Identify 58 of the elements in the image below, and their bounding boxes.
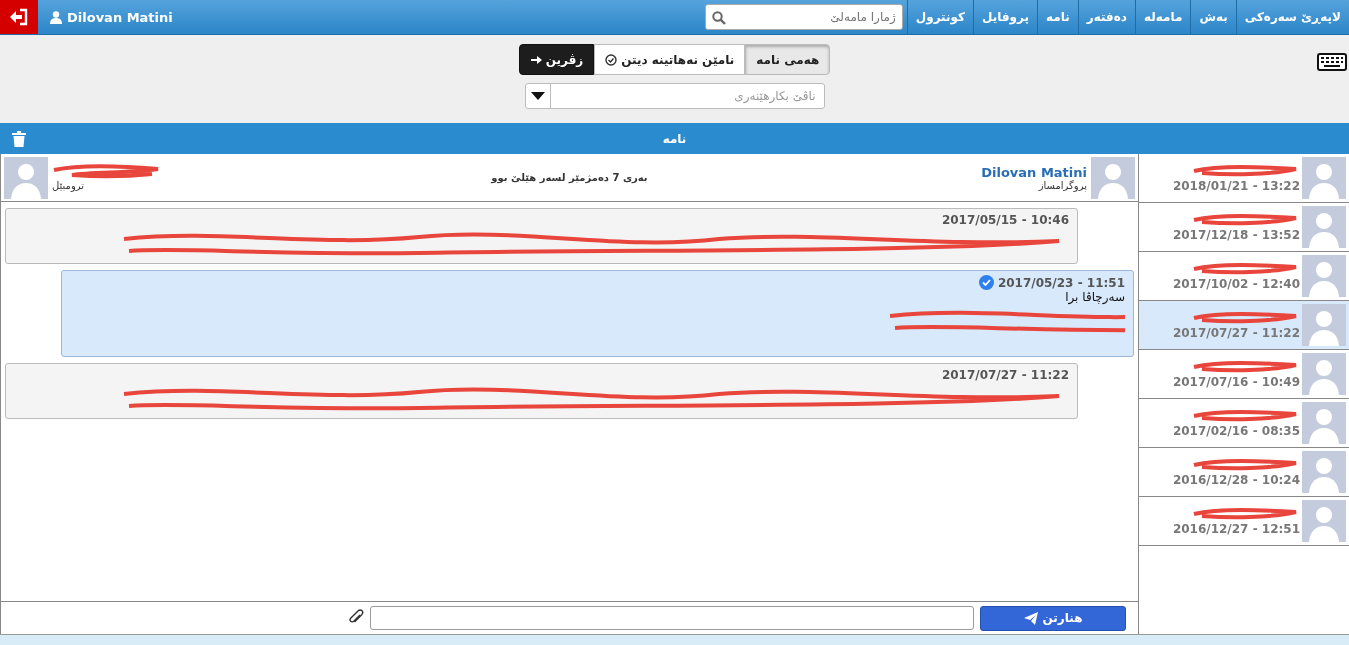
user-name[interactable]: Dilovan Matini bbox=[67, 9, 173, 25]
avatar-icon bbox=[1302, 451, 1346, 493]
contact-date: 2018/01/21 - 13:22 bbox=[1172, 179, 1300, 193]
nav-link[interactable]: مامەلە bbox=[1134, 0, 1191, 34]
contact-date: 2017/10/02 - 12:40 bbox=[1172, 277, 1300, 291]
nav-link[interactable]: نامە bbox=[1037, 0, 1078, 34]
user-select[interactable]: ناڤێ بکارهێنەری bbox=[524, 83, 825, 109]
nav-link[interactable]: کونترول bbox=[906, 0, 974, 34]
nav-link[interactable]: دەفتەر bbox=[1077, 0, 1135, 34]
paper-plane-icon bbox=[1023, 611, 1038, 625]
trash-icon[interactable] bbox=[12, 131, 26, 147]
logout-icon bbox=[9, 8, 29, 26]
message-date: 2017/05/15 - 10:46 bbox=[941, 213, 1069, 227]
filter-button[interactable]: هەمی نامە bbox=[745, 44, 831, 75]
message-text: سەرچاڤا برا bbox=[1065, 290, 1125, 304]
message-date: 2017/05/23 - 11:51 bbox=[997, 275, 1125, 290]
contact-date: 2016/12/28 - 10:24 bbox=[1172, 473, 1300, 487]
send-button[interactable]: هنارتن bbox=[980, 605, 1126, 631]
user-role: پروگرامساز bbox=[1038, 179, 1087, 191]
nav-link[interactable]: لاپەڕێ سەرەکی bbox=[1235, 0, 1349, 34]
contact-date: 2016/12/27 - 12:51 bbox=[1172, 522, 1300, 536]
contact-item[interactable]: 2017/02/16 - 08:35 bbox=[1139, 399, 1349, 448]
caret-icon bbox=[530, 92, 545, 100]
nav-link[interactable]: بەش bbox=[1190, 0, 1236, 34]
avatar-icon bbox=[1302, 157, 1346, 199]
contact-item[interactable]: 2016/12/27 - 12:51 bbox=[1139, 497, 1349, 546]
avatar-icon bbox=[1302, 353, 1346, 395]
contact-item[interactable]: 2016/12/28 - 10:24 bbox=[1139, 448, 1349, 497]
contact-item[interactable]: 2017/07/27 - 11:22 bbox=[1139, 301, 1349, 350]
search-field[interactable]: ژمارا مامەلێ bbox=[704, 4, 903, 30]
filter-button[interactable]: زڤرین bbox=[518, 44, 595, 75]
contact-item[interactable]: 2017/12/18 - 13:52 bbox=[1139, 203, 1349, 252]
contact-item[interactable]: 2018/01/21 - 13:22 bbox=[1139, 154, 1349, 203]
panel-title: نامە bbox=[662, 131, 687, 146]
nav-link[interactable]: پروفایل bbox=[973, 0, 1038, 34]
avatar-icon bbox=[1302, 206, 1346, 248]
avatar-icon bbox=[1302, 500, 1346, 542]
avatar-icon bbox=[1302, 402, 1346, 444]
logout-button[interactable] bbox=[0, 0, 38, 34]
contact-date: 2017/07/16 - 10:49 bbox=[1172, 375, 1300, 389]
contact-date: 2017/12/18 - 13:52 bbox=[1172, 228, 1300, 242]
contact-date: 2017/07/27 - 11:22 bbox=[1172, 326, 1300, 340]
user-role: ترومبێل bbox=[52, 180, 86, 191]
avatar-icon bbox=[1302, 255, 1346, 297]
user-icon bbox=[50, 10, 62, 24]
arrow-right-icon bbox=[529, 53, 542, 66]
online-status: بەری 7 دەمژمێر لسەر هێلێ بوو bbox=[491, 172, 648, 183]
user-name: Dilovan Matini bbox=[981, 164, 1087, 180]
keyboard-icon[interactable] bbox=[1317, 53, 1347, 71]
search-icon bbox=[711, 11, 726, 25]
message-input[interactable] bbox=[370, 606, 974, 630]
message-date: 2017/07/27 - 11:22 bbox=[941, 368, 1069, 382]
contact-item[interactable]: 2017/07/16 - 10:49 bbox=[1139, 350, 1349, 399]
contact-item[interactable]: 2017/10/02 - 12:40 bbox=[1139, 252, 1349, 301]
contact-date: 2017/02/16 - 08:35 bbox=[1172, 424, 1300, 438]
check-circle-icon bbox=[605, 53, 618, 66]
avatar-icon bbox=[1302, 304, 1346, 346]
filter-button[interactable]: نامێن نەهاتینە دیتن bbox=[594, 44, 746, 75]
